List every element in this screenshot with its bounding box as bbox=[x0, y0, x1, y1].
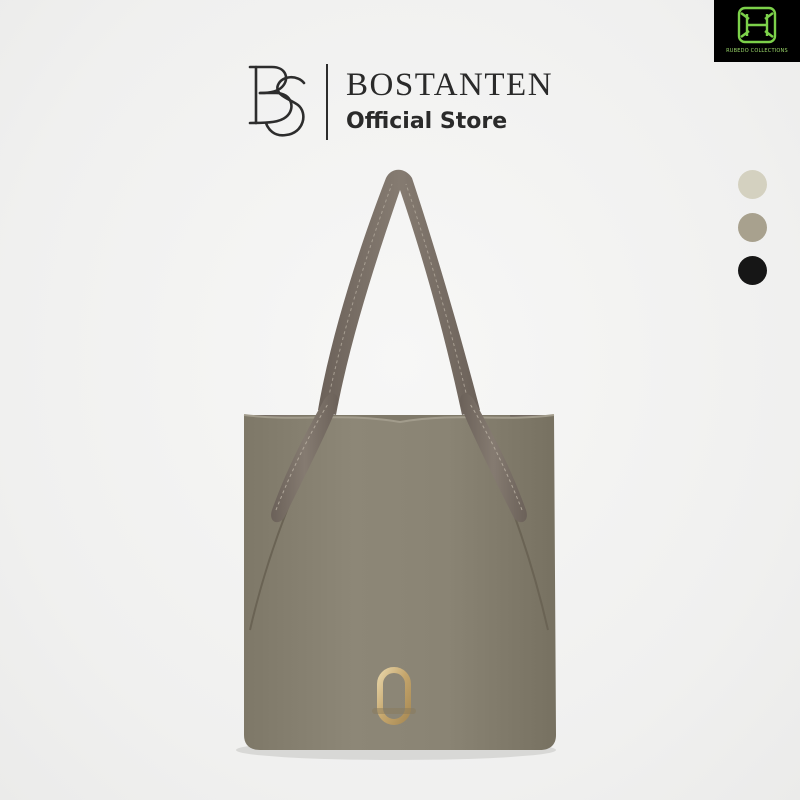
store-label: Official Store bbox=[346, 109, 508, 134]
swatch-beige[interactable] bbox=[738, 170, 767, 199]
brand-divider bbox=[326, 64, 328, 140]
brand-name: BOSTANTEN bbox=[346, 67, 554, 103]
bs-monogram-icon bbox=[248, 65, 306, 137]
product-photo-background: BOSTANTEN Official Store RUBEDO COLLECTI… bbox=[0, 0, 800, 800]
brand-header: BOSTANTEN Official Store bbox=[246, 62, 553, 142]
badge-label: RUBEDO COLLECTIONS bbox=[726, 48, 788, 54]
rubedo-logo-icon bbox=[737, 6, 777, 44]
color-swatches bbox=[738, 170, 767, 285]
swatch-black[interactable] bbox=[738, 256, 767, 285]
seller-badge: RUBEDO COLLECTIONS bbox=[714, 0, 800, 62]
swatch-taupe[interactable] bbox=[738, 213, 767, 242]
tote-bag-image bbox=[236, 169, 556, 760]
